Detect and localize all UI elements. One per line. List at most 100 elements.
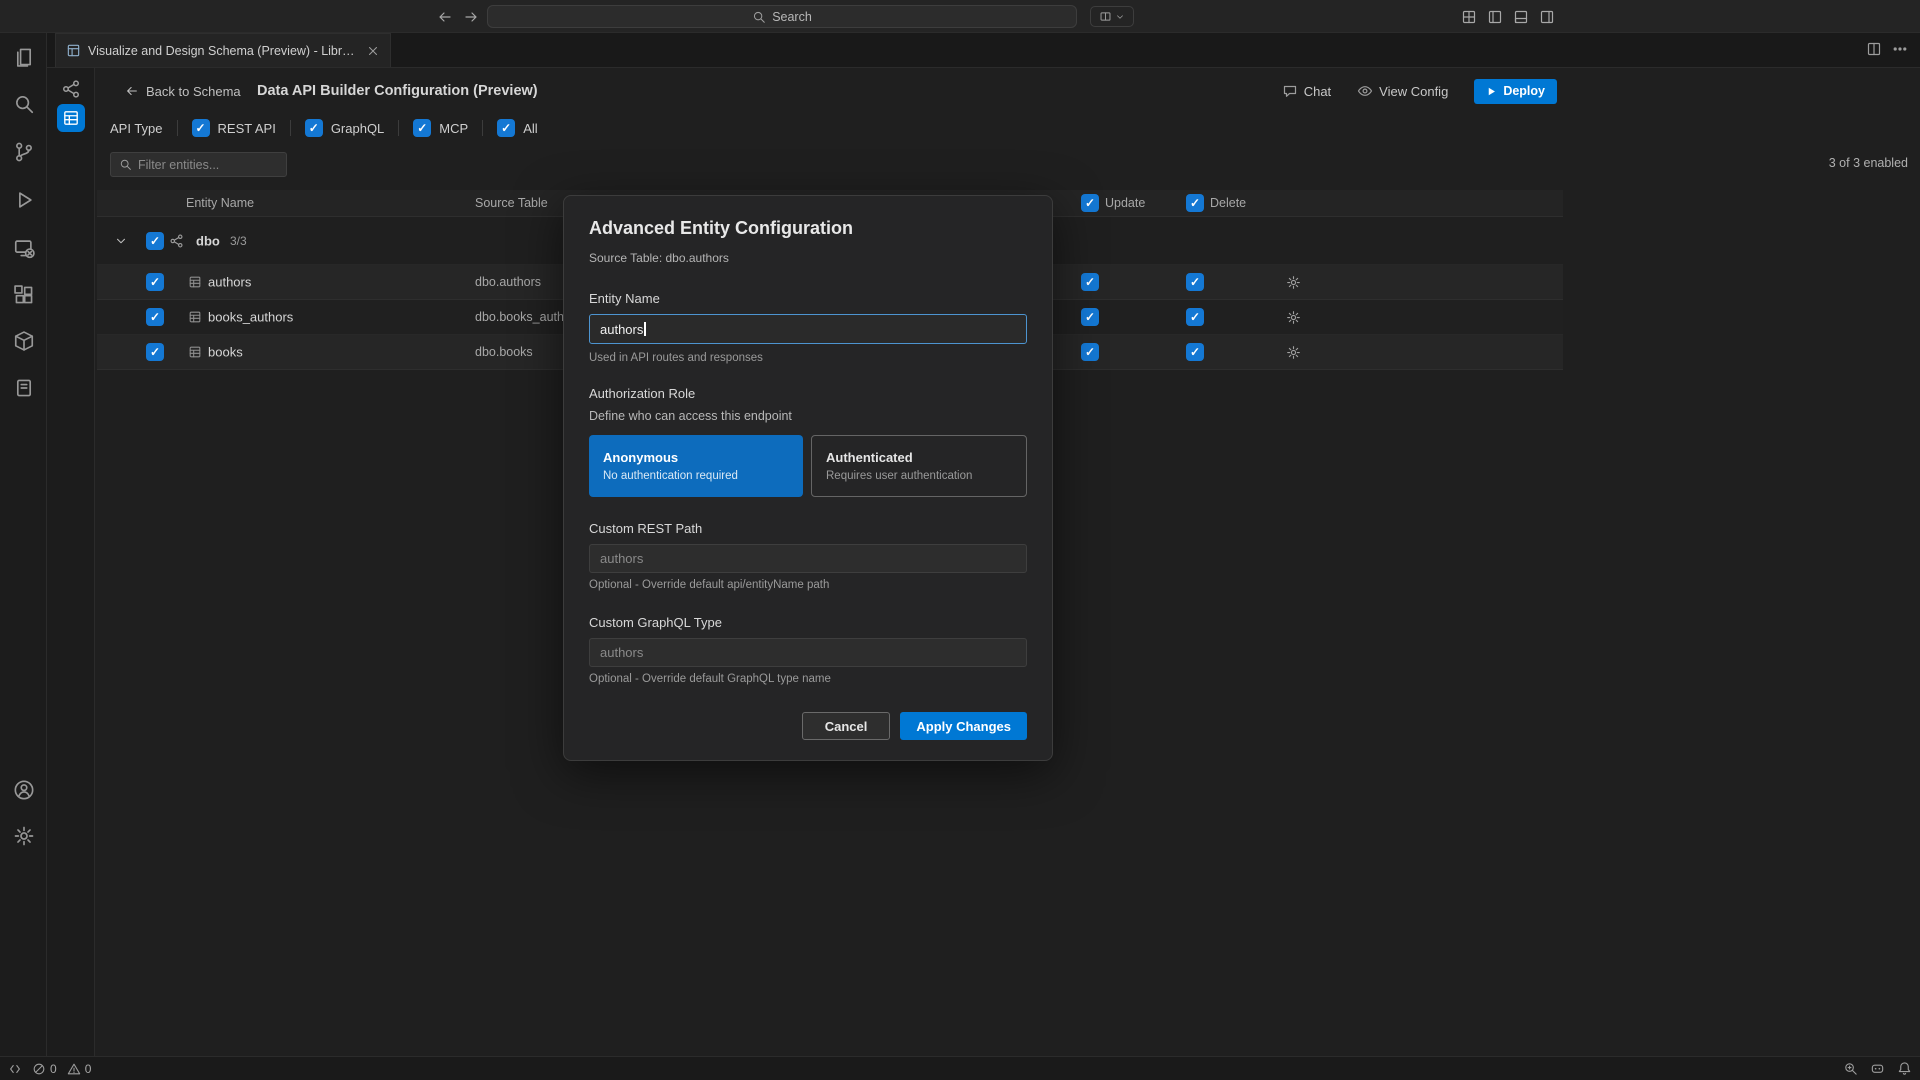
copilot-icon[interactable] xyxy=(1870,1061,1885,1076)
delete-checkbox[interactable] xyxy=(1186,273,1204,291)
update-checkbox[interactable] xyxy=(1081,343,1099,361)
table-designer-tile[interactable] xyxy=(57,104,85,132)
toggle-panel-icon[interactable] xyxy=(1511,7,1531,27)
eye-icon xyxy=(1357,83,1373,99)
graphql-type-input[interactable] xyxy=(589,638,1027,667)
advanced-entity-configuration-dialog: Advanced Entity Configuration Source Tab… xyxy=(563,195,1053,761)
auth-option-authenticated[interactable]: Authenticated Requires user authenticati… xyxy=(811,435,1027,497)
row-checkbox[interactable] xyxy=(146,308,164,326)
dialog-source-table: Source Table: dbo.authors xyxy=(589,251,1027,265)
delete-checkbox[interactable] xyxy=(1186,343,1204,361)
update-select-all-checkbox[interactable] xyxy=(1081,194,1099,212)
entity-name-input[interactable]: authors xyxy=(589,314,1027,344)
back-arrow-icon[interactable] xyxy=(435,7,455,27)
dialog-title: Advanced Entity Configuration xyxy=(589,218,1027,239)
row-checkbox[interactable] xyxy=(146,343,164,361)
settings-gear-icon[interactable] xyxy=(12,824,36,848)
source-control-icon[interactable] xyxy=(12,140,36,164)
search-label: Search xyxy=(772,10,812,24)
api-type-filter-row: API Type REST API GraphQL MCP All xyxy=(110,114,538,142)
tab-title: Visualize and Design Schema (Preview) - … xyxy=(88,44,359,58)
group-name: dbo xyxy=(196,233,220,248)
row-settings-gear-icon[interactable] xyxy=(1285,344,1301,360)
filter-entities-field[interactable] xyxy=(110,152,287,177)
warning-count: 0 xyxy=(85,1062,92,1076)
rest-api-checkbox[interactable] xyxy=(192,119,210,137)
toggle-primary-sidebar-icon[interactable] xyxy=(1485,7,1505,27)
update-checkbox[interactable] xyxy=(1081,308,1099,326)
mcp-option[interactable]: MCP xyxy=(413,119,468,137)
cancel-button[interactable]: Cancel xyxy=(802,712,891,740)
rest-path-input[interactable] xyxy=(589,544,1027,573)
row-settings-gear-icon[interactable] xyxy=(1285,309,1301,325)
extensions-icon[interactable] xyxy=(12,283,36,307)
graphql-option[interactable]: GraphQL xyxy=(305,119,384,137)
dbo-checkbox[interactable] xyxy=(146,232,164,250)
apply-changes-button[interactable]: Apply Changes xyxy=(900,712,1027,740)
view-config-button[interactable]: View Config xyxy=(1357,83,1448,99)
remote-explorer-icon[interactable] xyxy=(12,236,36,260)
rest-path-hint: Optional - Override default api/entityNa… xyxy=(589,579,1027,591)
column-delete: Delete xyxy=(1210,196,1246,210)
divider xyxy=(290,120,291,136)
layout-icon[interactable] xyxy=(1459,7,1479,27)
divider xyxy=(398,120,399,136)
bell-icon[interactable] xyxy=(1897,1061,1912,1076)
deploy-button[interactable]: Deploy xyxy=(1474,79,1557,104)
all-option[interactable]: All xyxy=(497,119,537,137)
row-checkbox[interactable] xyxy=(146,273,164,291)
chat-button[interactable]: Chat xyxy=(1282,83,1331,99)
chevron-down-icon[interactable] xyxy=(114,234,128,248)
entity-name: books_authors xyxy=(208,310,293,325)
graphql-type-hint: Optional - Override default GraphQL type… xyxy=(589,673,1027,685)
view-config-label: View Config xyxy=(1379,84,1448,99)
rest-api-option[interactable]: REST API xyxy=(192,119,276,137)
remote-indicator-icon[interactable] xyxy=(8,1062,22,1076)
split-editor-icon[interactable] xyxy=(1866,41,1882,57)
graphql-checkbox[interactable] xyxy=(305,119,323,137)
activity-bar xyxy=(0,33,47,1056)
authorization-role-label: Authorization Role xyxy=(589,386,1027,401)
rest-path-label: Custom REST Path xyxy=(589,521,1027,536)
problems-errors[interactable]: 0 xyxy=(32,1062,57,1076)
schema-icon xyxy=(169,233,184,248)
close-icon[interactable] xyxy=(366,44,380,58)
run-debug-icon[interactable] xyxy=(12,188,36,212)
command-center-toggle[interactable] xyxy=(1090,6,1134,27)
database-projects-icon[interactable] xyxy=(12,329,36,353)
more-actions-icon[interactable] xyxy=(1892,41,1908,57)
table-icon xyxy=(188,275,202,289)
zoom-icon[interactable] xyxy=(1843,1061,1858,1076)
tab-visualize-design-schema[interactable]: Visualize and Design Schema (Preview) - … xyxy=(55,33,391,67)
schema-icon[interactable] xyxy=(60,78,82,100)
filter-entities-input[interactable] xyxy=(138,158,278,172)
mcp-label: MCP xyxy=(439,121,468,136)
search-sidebar-icon[interactable] xyxy=(12,92,36,116)
warning-icon xyxy=(67,1062,81,1076)
entity-name-value: authors xyxy=(600,322,643,337)
forward-arrow-icon[interactable] xyxy=(461,7,481,27)
deploy-label: Deploy xyxy=(1503,84,1545,98)
sql-server-icon[interactable] xyxy=(12,376,36,400)
table-icon xyxy=(188,345,202,359)
explorer-icon[interactable] xyxy=(12,45,36,69)
error-count: 0 xyxy=(50,1062,57,1076)
toggle-secondary-sidebar-icon[interactable] xyxy=(1537,7,1557,27)
account-icon[interactable] xyxy=(12,778,36,802)
designer-tab-icon xyxy=(66,43,81,58)
back-to-schema-link[interactable]: Back to Schema xyxy=(125,84,241,99)
update-checkbox[interactable] xyxy=(1081,273,1099,291)
delete-select-all-checkbox[interactable] xyxy=(1186,194,1204,212)
text-caret xyxy=(644,322,646,336)
problems-warnings[interactable]: 0 xyxy=(67,1062,92,1076)
auth-option-anonymous[interactable]: Anonymous No authentication required xyxy=(589,435,803,497)
chat-icon xyxy=(1282,83,1298,99)
source-table: dbo.authors xyxy=(475,275,541,289)
row-settings-gear-icon[interactable] xyxy=(1285,274,1301,290)
divider xyxy=(482,120,483,136)
command-center-search[interactable]: Search xyxy=(487,5,1077,28)
play-icon xyxy=(1486,86,1497,97)
delete-checkbox[interactable] xyxy=(1186,308,1204,326)
all-checkbox[interactable] xyxy=(497,119,515,137)
mcp-checkbox[interactable] xyxy=(413,119,431,137)
